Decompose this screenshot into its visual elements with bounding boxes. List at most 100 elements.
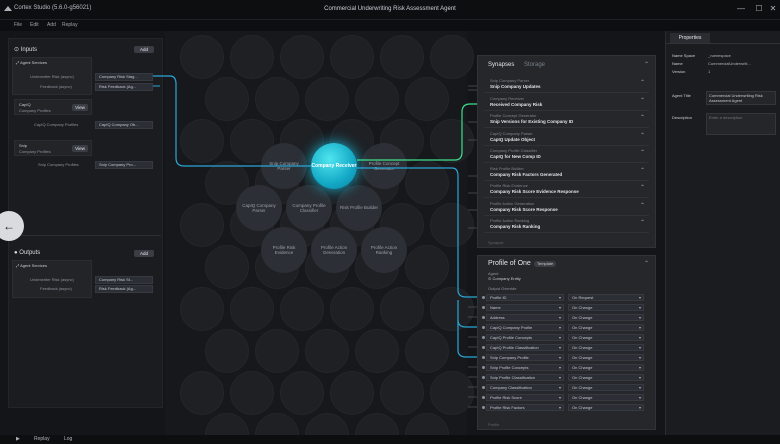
profile-field-select[interactable]: CapIQ Profile Classification ▾ <box>486 344 564 351</box>
synapse-row[interactable]: CapIQ Company Parser CapIQ Update Object ⌃ <box>484 129 649 146</box>
agent-title-field[interactable]: Commercial Underwriting Risk Assessment … <box>706 91 776 105</box>
synapse-source: Profile Action Generation <box>490 200 535 206</box>
synapse-footer: Synapse <box>488 240 504 245</box>
profile-field-select[interactable]: Address ▾ <box>486 314 564 321</box>
synapse-row[interactable]: Risk Profile Builder Company Risk Factors… <box>484 164 649 181</box>
profile-field-select[interactable]: Profile Risk Score ▾ <box>486 394 564 401</box>
collapse-icon[interactable]: ⌃ <box>644 260 649 267</box>
connector-dot[interactable] <box>482 326 485 329</box>
profile-trigger-select[interactable]: On Change ▾ <box>568 354 644 361</box>
profile-trigger-value: On Change <box>572 345 593 350</box>
profile-title: Profile of One <box>488 260 531 267</box>
profile-field-row: Address ▾ On Change ▾ <box>482 314 650 322</box>
profile-field-row: Name ▾ On Change ▾ <box>482 304 650 312</box>
chevron-up-icon[interactable]: ⌃ <box>640 114 645 121</box>
connector-dot[interactable] <box>482 296 485 299</box>
profile-field-select[interactable]: Profile ID ▾ <box>486 294 564 301</box>
prop-value-namespace[interactable]: _namespace <box>708 53 731 58</box>
log-button[interactable]: Log <box>64 436 72 442</box>
synapse-target: Snip Versions for Existing Company ID <box>490 119 574 124</box>
profile-trigger-select[interactable]: On Change ▾ <box>568 404 644 411</box>
agent-title-label: Agent Title <box>672 93 691 98</box>
connector-dot[interactable] <box>482 346 485 349</box>
profile-trigger-value: On Change <box>572 365 593 370</box>
synapse-row[interactable]: Profile Action Generation Company Risk Sc… <box>484 199 649 216</box>
chevron-up-icon[interactable]: ⌃ <box>640 202 645 209</box>
profile-field-select[interactable]: Snip Profile Concepts ▾ <box>486 364 564 371</box>
connector-dot[interactable] <box>482 396 485 399</box>
profile-field-name: CapIQ Company Profile <box>490 325 533 330</box>
chevron-down-icon: ▾ <box>558 355 561 360</box>
chevron-up-icon[interactable]: ⌃ <box>640 132 645 139</box>
tab-properties[interactable]: Properties <box>670 33 710 43</box>
prop-value-name[interactable]: CommercialUnderwriti... <box>708 61 751 66</box>
synapse-row[interactable]: Company Receiver Received Company Risk ⌃ <box>484 94 649 111</box>
description-field[interactable]: Enter a description <box>706 113 776 135</box>
synapse-source: Profile Concept Generator <box>490 113 537 118</box>
profile-trigger-select[interactable]: On Change ▾ <box>568 334 644 341</box>
profile-field-name: CapIQ Profile Classification <box>490 345 539 350</box>
profile-trigger-select[interactable]: On Change ▾ <box>568 384 644 391</box>
profile-footer: Profile <box>488 422 500 427</box>
synapse-row[interactable]: Company Profile Classifier CapIQ for New … <box>484 146 649 163</box>
chevron-down-icon: ▾ <box>638 405 641 410</box>
chevron-down-icon: ▾ <box>638 355 641 360</box>
profile-field-select[interactable]: CapIQ Profile Concepts ▾ <box>486 334 564 341</box>
profile-field-select[interactable]: Company Classification ▾ <box>486 384 564 391</box>
connector-dot[interactable] <box>482 316 485 319</box>
synapse-row[interactable]: Snip Company Parser Snip Company Updates ⌃ <box>484 76 649 93</box>
prop-value-version[interactable]: 1 <box>708 69 710 74</box>
profile-field-select[interactable]: CapIQ Company Profile ▾ <box>486 324 564 331</box>
profile-trigger-value: On Change <box>572 305 593 310</box>
profile-field-select[interactable]: Name ▾ <box>486 304 564 311</box>
synapse-target: Company Risk Score Response <box>490 206 558 212</box>
profile-trigger-select[interactable]: On Change ▾ <box>568 364 644 371</box>
tab-storage[interactable]: Storage <box>524 62 545 68</box>
connector-dot[interactable] <box>482 356 485 359</box>
connection-lines <box>153 75 487 408</box>
status-bar <box>0 435 780 444</box>
chevron-up-icon[interactable]: ⌃ <box>640 149 645 156</box>
profile-trigger-select[interactable]: On Change ▾ <box>568 374 644 381</box>
profile-field-select[interactable]: Profile Risk Factors ▾ <box>486 404 564 411</box>
replay-button[interactable]: Replay <box>34 436 50 442</box>
app-window: Cortex Studio (5.6.0-g56021) Commercial … <box>0 0 780 444</box>
profile-field-select[interactable]: Snip Company Profile ▾ <box>486 354 564 361</box>
synapse-target: Company Risk Ranking <box>490 224 541 229</box>
chevron-up-icon[interactable]: ⌃ <box>640 79 645 86</box>
connector-dot[interactable] <box>482 306 485 309</box>
synapse-row[interactable]: Profile Concept Generator Snip Versions f… <box>484 111 649 128</box>
profile-field-name: Snip Profile Classification <box>490 375 536 380</box>
chevron-down-icon: ▾ <box>638 305 641 310</box>
profile-field-row: CapIQ Profile Classification ▾ On Change ▾ <box>482 344 650 352</box>
chevron-up-icon[interactable]: ⌃ <box>640 97 645 104</box>
prop-label-name: Name <box>672 61 683 66</box>
profile-trigger-value: On Change <box>572 315 593 320</box>
description-label: Description <box>672 115 693 120</box>
tab-synapses[interactable]: Synapses <box>488 62 514 68</box>
profile-trigger-select[interactable]: On Change ▾ <box>568 304 644 311</box>
profile-trigger-select[interactable]: On Change ▾ <box>568 394 644 401</box>
connector-dot[interactable] <box>482 386 485 389</box>
play-icon[interactable]: ▶ <box>16 436 20 442</box>
chevron-down-icon: ▾ <box>558 295 561 300</box>
collapse-icon[interactable]: ⌃ <box>644 61 649 68</box>
profile-trigger-select[interactable]: On Change ▾ <box>568 344 644 351</box>
connector-dot[interactable] <box>482 376 485 379</box>
profile-trigger-select[interactable]: On Change ▾ <box>568 324 644 331</box>
chevron-up-icon[interactable]: ⌃ <box>640 167 645 174</box>
chevron-up-icon[interactable]: ⌃ <box>640 219 645 226</box>
chevron-down-icon: ▾ <box>638 295 641 300</box>
connector-dot[interactable] <box>482 336 485 339</box>
synapse-row[interactable]: Profile Action Ranking Company Risk Ranki… <box>484 216 649 233</box>
profile-field-select[interactable]: Snip Profile Classification ▾ <box>486 374 564 381</box>
profile-trigger-value: On Request <box>572 295 594 300</box>
synapse-row[interactable]: Profile Risk Evidence Company Risk Score … <box>484 181 649 198</box>
profile-trigger-select[interactable]: On Change ▾ <box>568 314 644 321</box>
profile-trigger-select[interactable]: On Request ▾ <box>568 294 644 301</box>
chevron-up-icon[interactable]: ⌃ <box>640 184 645 191</box>
synapse-target: Company Risk Factors Generated <box>490 171 563 177</box>
connector-dot[interactable] <box>482 406 485 409</box>
connector-dot[interactable] <box>482 366 485 369</box>
profile-trigger-value: On Change <box>572 375 593 380</box>
